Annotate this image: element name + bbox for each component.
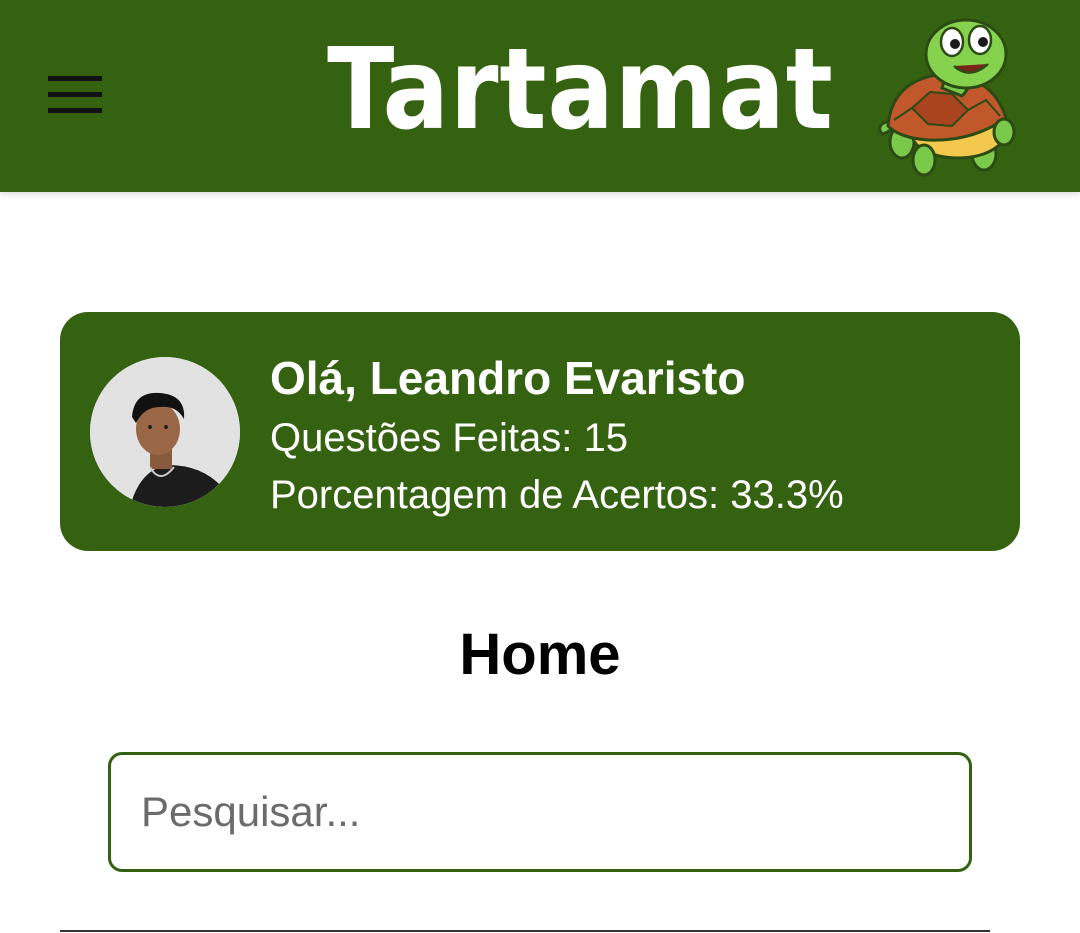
turtle-mascot-icon xyxy=(878,18,1016,177)
questions-done-text: Questões Feitas: 15 xyxy=(270,416,628,460)
app-title: Tartamat xyxy=(327,25,834,155)
accuracy-text: Porcentagem de Acertos: 33.3% xyxy=(270,473,844,517)
profile-card: Olá, Leandro Evaristo Questões Feitas: 1… xyxy=(60,312,1020,551)
divider xyxy=(60,930,990,932)
hamburger-menu-icon[interactable] xyxy=(44,72,106,118)
avatar[interactable] xyxy=(90,357,240,507)
greeting-text: Olá, Leandro Evaristo xyxy=(270,352,746,404)
search-input[interactable] xyxy=(108,752,972,872)
app-root: Tartamat Olá, Leandro Evaristo Questões … xyxy=(0,0,1080,933)
top-app-bar: Tartamat xyxy=(0,0,1080,192)
page-title: Home xyxy=(459,622,621,687)
user-photo xyxy=(90,357,240,507)
